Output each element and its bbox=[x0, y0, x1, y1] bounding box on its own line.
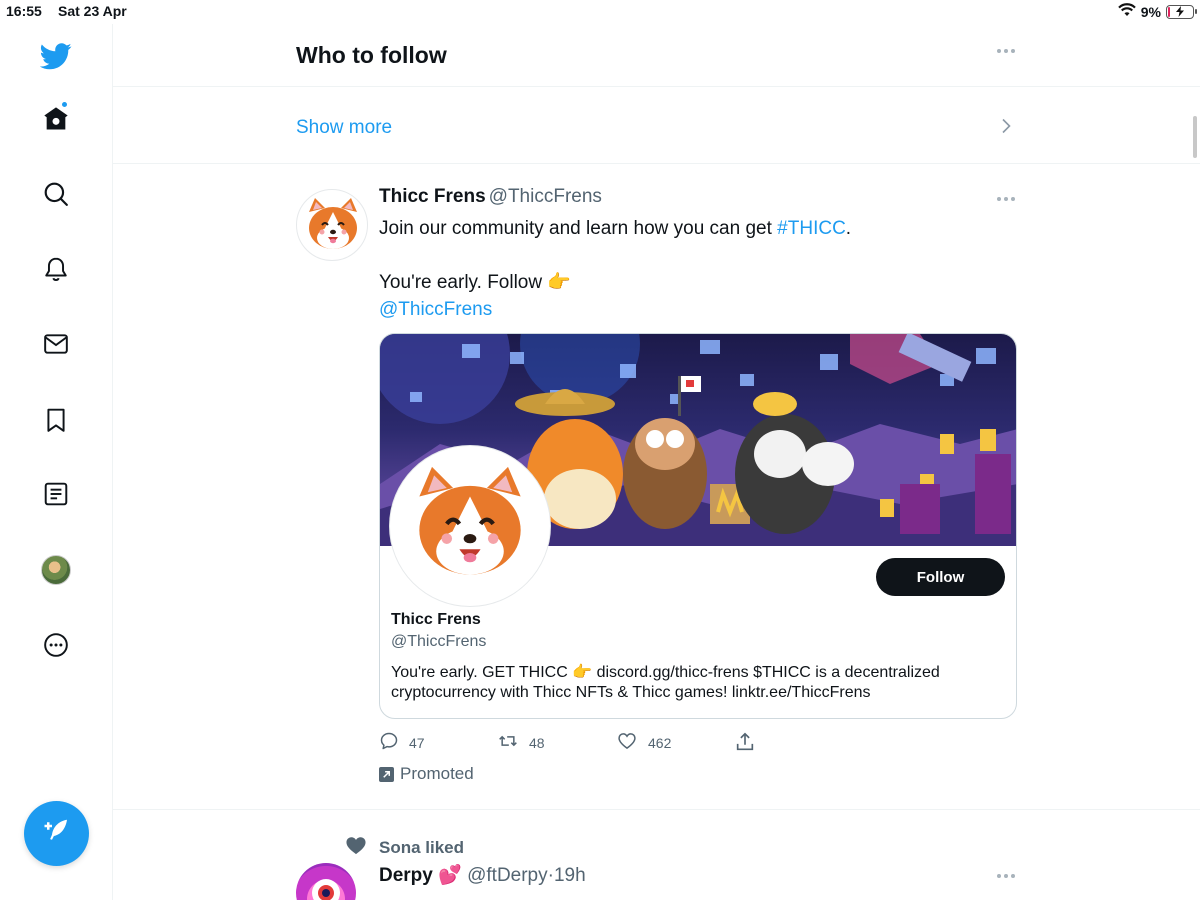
show-more-label: Show more bbox=[296, 117, 393, 138]
tweet-actions: 47 48 462 bbox=[379, 731, 1019, 753]
hashtag-link[interactable]: #THICC bbox=[777, 218, 846, 239]
avatar bbox=[41, 555, 71, 585]
mention-link[interactable]: @ThiccFrens bbox=[379, 296, 1019, 323]
next-tweet-handle[interactable]: @ftDerpy bbox=[467, 865, 548, 886]
reply-count: 47 bbox=[409, 734, 425, 751]
search-icon[interactable] bbox=[36, 174, 76, 214]
promoted-tweet[interactable]: Thicc Frens @ThiccFrens Join our communit… bbox=[113, 164, 1200, 810]
share-button[interactable] bbox=[734, 731, 756, 756]
bell-icon[interactable] bbox=[36, 249, 76, 289]
tweet-text-part: . bbox=[845, 218, 852, 239]
status-bar: 16:55 Sat 23 Apr 9% bbox=[0, 0, 1200, 24]
home-notification-dot bbox=[61, 101, 68, 108]
battery-percent: 9% bbox=[1140, 3, 1161, 20]
retweet-icon bbox=[497, 731, 519, 754]
status-right: 9% bbox=[1117, 3, 1197, 20]
next-tweet-avatar[interactable] bbox=[296, 863, 356, 900]
profile-avatar[interactable] bbox=[36, 550, 76, 590]
like-count: 462 bbox=[648, 734, 672, 751]
twitter-logo-icon[interactable] bbox=[36, 36, 76, 76]
heart-icon bbox=[616, 731, 638, 754]
who-to-follow-header: Who to follow bbox=[113, 24, 1200, 87]
battery-level bbox=[1168, 6, 1170, 17]
battery-icon bbox=[1166, 4, 1197, 19]
bookmark-icon[interactable] bbox=[36, 400, 76, 440]
list-icon[interactable] bbox=[36, 474, 76, 514]
reply-icon bbox=[379, 731, 399, 754]
reply-button[interactable]: 47 bbox=[379, 731, 425, 754]
card-profile-bio: You're early. GET THICC 👉 discord.gg/thi… bbox=[391, 664, 940, 701]
more-options-icon[interactable] bbox=[994, 46, 1018, 56]
profile-card[interactable]: Follow Thicc Frens @ThiccFrens You're ea… bbox=[379, 333, 1017, 719]
tweet-author-row: Thicc Frens @ThiccFrens bbox=[379, 186, 602, 208]
retweet-count: 48 bbox=[529, 734, 545, 751]
next-tweet[interactable]: Sona liked Derpy 💕 @ftDerpy·19h bbox=[113, 811, 1200, 900]
liked-by-text[interactable]: Sona liked bbox=[379, 838, 464, 858]
home-icon[interactable] bbox=[36, 99, 76, 139]
social-context: Sona liked bbox=[345, 835, 464, 860]
share-icon bbox=[734, 731, 756, 756]
status-date: Sat 23 Apr bbox=[58, 3, 127, 19]
wifi-icon bbox=[1117, 3, 1136, 20]
feather-plus-icon bbox=[42, 816, 72, 851]
show-more-link[interactable]: Show more bbox=[113, 87, 1200, 164]
heart-filled-icon bbox=[345, 835, 367, 860]
compose-tweet-button[interactable] bbox=[24, 801, 89, 866]
next-tweet-author-name[interactable]: Derpy bbox=[379, 865, 433, 886]
sidebar bbox=[0, 24, 113, 900]
chevron-right-icon bbox=[1001, 118, 1011, 139]
tweet-text-part: Join our community and learn how you can… bbox=[379, 218, 778, 239]
card-profile-name: Thicc Frens bbox=[391, 611, 481, 628]
retweet-button[interactable]: 48 bbox=[497, 731, 545, 754]
next-tweet-text-cropped bbox=[379, 891, 839, 900]
tweet-text: Join our community and learn how you can… bbox=[379, 215, 1019, 323]
promoted-text: Promoted bbox=[400, 764, 474, 783]
promoted-label[interactable]: Promoted bbox=[379, 764, 474, 784]
tweet-author-avatar[interactable] bbox=[296, 189, 368, 261]
promoted-arrow-icon bbox=[379, 766, 394, 782]
tweet-more-icon[interactable] bbox=[994, 194, 1018, 204]
tweet-line-1: Join our community and learn how you can… bbox=[379, 215, 1019, 242]
next-tweet-more-icon[interactable] bbox=[994, 871, 1018, 881]
card-profile-avatar[interactable] bbox=[390, 446, 550, 606]
main-timeline: Who to follow Show more Thicc Frens @Thi… bbox=[113, 24, 1200, 900]
tweet-author-handle[interactable]: @ThiccFrens bbox=[489, 186, 602, 207]
status-time: 16:55 bbox=[6, 3, 42, 19]
next-tweet-author-row: Derpy 💕 @ftDerpy·19h bbox=[379, 863, 586, 887]
card-profile-handle: @ThiccFrens bbox=[391, 633, 487, 650]
tweet-line-2: You're early. Follow 👉 bbox=[379, 272, 572, 293]
follow-button[interactable]: Follow bbox=[876, 558, 1005, 596]
next-tweet-time[interactable]: 19h bbox=[554, 865, 586, 886]
who-to-follow-title: Who to follow bbox=[296, 42, 447, 68]
tweet-author-name[interactable]: Thicc Frens bbox=[379, 186, 486, 207]
next-tweet-name-emoji: 💕 bbox=[438, 865, 462, 886]
scrollbar[interactable] bbox=[1193, 116, 1197, 158]
mail-icon[interactable] bbox=[36, 324, 76, 364]
like-button[interactable]: 462 bbox=[616, 731, 671, 754]
more-circle-icon[interactable] bbox=[36, 625, 76, 665]
